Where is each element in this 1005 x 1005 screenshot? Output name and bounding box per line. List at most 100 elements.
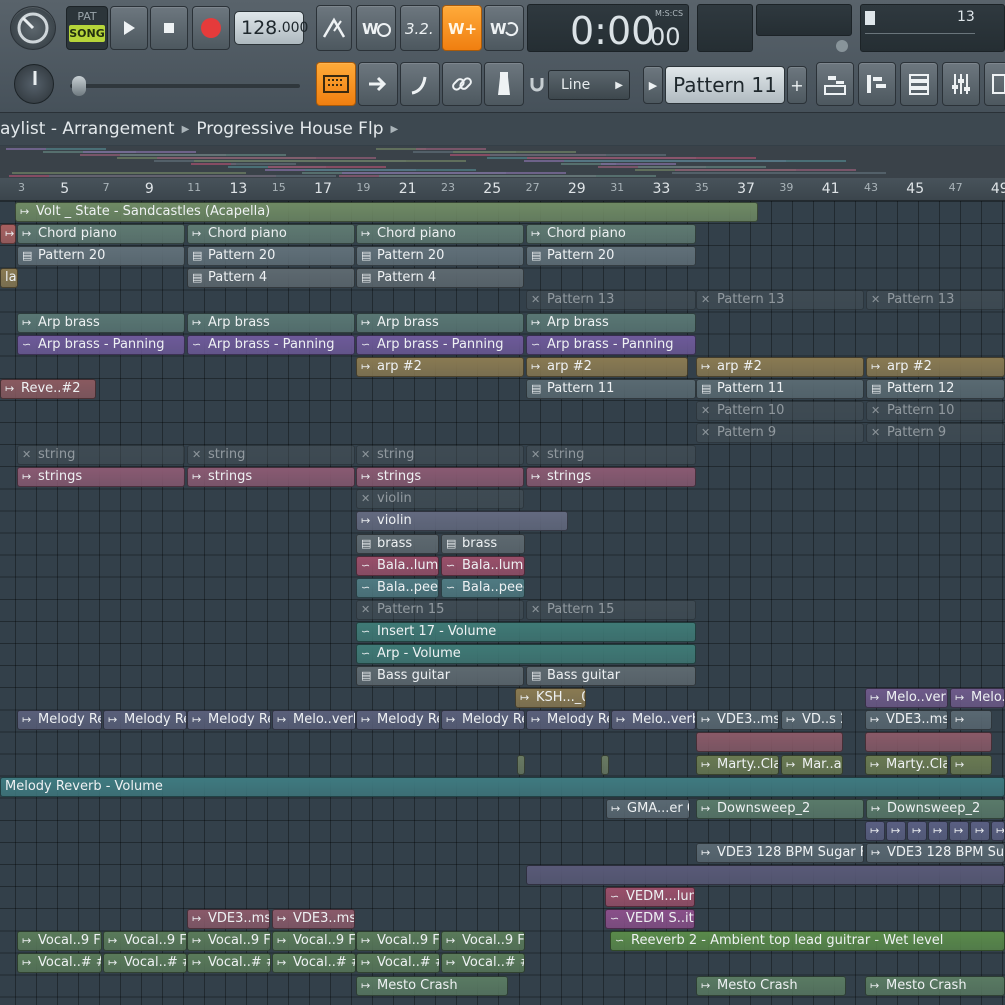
playlist-clip[interactable]: ↦ [928, 820, 948, 841]
master-volume-slider[interactable] [70, 76, 300, 96]
playlist-clip[interactable]: ✕ Pattern 13 [866, 290, 1005, 311]
playlist-clip[interactable]: ▤ Pattern 20 [526, 246, 696, 267]
playlist-clip[interactable]: ↦ VDE3..ms 2 [696, 710, 779, 731]
playlist-clip[interactable]: ↦ Melody Rev [17, 710, 102, 731]
pattern-selector[interactable]: Pattern 11 [665, 66, 785, 104]
playlist-clip[interactable]: ↦ [950, 710, 992, 731]
playlist-clip[interactable]: lay [0, 268, 18, 289]
playlist-clip[interactable]: ↦ Mesto Crash [356, 975, 508, 996]
playlist-clip[interactable]: ▤ Pattern 20 [187, 246, 355, 267]
playlist-clip[interactable] [526, 865, 1005, 885]
playlist-clip[interactable]: ▤ brass [356, 533, 439, 554]
slider-handle[interactable] [72, 76, 86, 96]
wait-for-input-button[interactable]: W [356, 5, 396, 51]
pattern-prev-button[interactable]: ▶ [643, 66, 663, 104]
playlist-clip[interactable]: ↦ Arp brass [17, 312, 185, 333]
playlist-clip[interactable]: ↦ arp #2 [526, 356, 688, 377]
plugin-picker-button[interactable] [484, 62, 524, 106]
playlist-clip[interactable]: ↦ [950, 754, 992, 775]
playlist-clip[interactable]: ↦ VDE3..ms 2 [865, 710, 948, 731]
playlist-clip[interactable]: ∽ Bala..peed [441, 577, 525, 598]
playlist-clip[interactable]: ↦ Chord piano [187, 224, 355, 245]
playlist-clip[interactable]: ▤ brass [441, 533, 525, 554]
playlist-clip[interactable]: ↦ VDE3..ms 3 [187, 909, 270, 930]
master-pitch-knob[interactable] [14, 64, 54, 104]
playlist-clip[interactable]: ↦ Melody Rev [187, 710, 271, 731]
playlist-clip[interactable] [517, 754, 525, 775]
playlist-clip[interactable]: ↦ strings [17, 467, 185, 488]
playlist-clip[interactable]: ↦ Arp brass [526, 312, 696, 333]
playlist-clip[interactable]: ↦ Arp brass [187, 312, 355, 333]
playlist-clip[interactable]: ↦ Chord piano [356, 224, 524, 245]
project-name[interactable]: Progressive House Flp [196, 119, 383, 139]
playlist-clip[interactable]: ↦ Mesto Crash [865, 975, 1005, 996]
blend-notes-button[interactable]: W+ [442, 5, 482, 51]
playlist-clip[interactable]: ✕ Pattern 9 [866, 423, 1005, 443]
hint-knob[interactable] [836, 40, 848, 52]
playlist-overview[interactable] [0, 146, 1005, 178]
playlist-clip[interactable]: ↦ Mesto Crash [696, 975, 846, 996]
playlist-clip[interactable]: ↦ Vocal..9 F# [17, 931, 102, 952]
playlist-clip[interactable]: ↦ Vocal..9 F# [187, 931, 271, 952]
browser-button[interactable] [984, 62, 1005, 106]
playlist-clip[interactable]: ↦ VDE3..ms 3 [272, 909, 355, 930]
playlist-clip[interactable]: ↦ Chord piano [526, 224, 696, 245]
playlist-clip[interactable]: ∽ Arp brass - Panning [526, 334, 696, 355]
playlist-clip[interactable]: ↦ Marty..Clap [865, 754, 948, 775]
playlist-clip[interactable]: ↦ Melo..verb [611, 710, 696, 731]
playlist-clip[interactable]: ∽ VEDM S..itch [605, 909, 695, 930]
playlist-clip[interactable]: ✕ Pattern 10 [696, 400, 864, 421]
playlist-clip[interactable]: ∽ Arp brass - Panning [356, 334, 524, 355]
playlist-clip[interactable]: ↦ Melo..verb [865, 688, 948, 709]
playlist-clip[interactable]: ↦ [949, 820, 969, 841]
playlist-clip[interactable]: Melody Reverb - Volume [0, 776, 1005, 797]
play-button[interactable] [110, 6, 148, 50]
master-volume-knob[interactable] [10, 6, 56, 50]
playlist-clip[interactable]: ▤ Pattern 11 [526, 378, 696, 399]
playlist-clip[interactable]: ∽ Reeverb 2 - Ambient top lead guitrar - … [610, 931, 1005, 952]
playlist-clip[interactable] [696, 732, 843, 753]
stop-button[interactable] [150, 6, 188, 50]
playlist-clip[interactable]: ↦ Arp brass [356, 312, 524, 333]
step-edit-button[interactable] [358, 62, 398, 106]
playlist-clip[interactable]: ↦ Melody Rev [356, 710, 440, 731]
playlist-clip[interactable]: ↦ [907, 820, 927, 841]
playlist-clip[interactable]: ↦ Melody Rev [526, 710, 610, 731]
playlist-clip[interactable]: ↦ [865, 820, 885, 841]
playlist-clip[interactable]: ↦ Downsweep_2 [696, 798, 864, 819]
playlist-clip[interactable]: ↦ strings [356, 467, 524, 488]
playlist-clip[interactable]: ∽ VEDM...lume [605, 887, 695, 908]
playlist-clip[interactable] [865, 732, 992, 753]
mixer-button[interactable] [942, 62, 980, 106]
song-time-display[interactable]: 0:00 M:S:CS 00 [527, 4, 689, 53]
playlist-clip[interactable]: ▤ Bass guitar [526, 666, 696, 687]
playlist-clip[interactable]: ✕ Pattern 13 [526, 290, 696, 311]
playlist-clip[interactable]: ∽ Insert 17 - Volume [356, 621, 696, 642]
playlist-clip[interactable]: ↦ Vocal..9 F# [103, 931, 187, 952]
snap-dropdown[interactable]: Line ▶ [548, 70, 630, 100]
playlist-clip[interactable]: ↦ Vocal..9 F# [272, 931, 356, 952]
playlist-clip[interactable]: ↦ [970, 820, 990, 841]
playlist-clip[interactable]: ✕ string [356, 445, 524, 466]
playlist-clip[interactable]: ↦ [991, 820, 1005, 841]
playlist-clip[interactable]: ↦ Vocal..# #2 [356, 953, 440, 974]
playlist-clip[interactable]: ✕ Pattern 13 [696, 290, 864, 311]
playlist-clip[interactable]: ↦ Reve..#2 [0, 378, 96, 399]
playlist-button[interactable] [816, 62, 854, 106]
playlist-clip[interactable]: ∽ Bala..peed [356, 577, 439, 598]
playlist-clip[interactable]: ∽ Arp - Volume [356, 644, 696, 664]
playlist-clip[interactable]: ↦ Vocal..# #2 [17, 953, 102, 974]
playlist-clip[interactable]: ✕ Pattern 15 [356, 599, 524, 620]
playlist-clip[interactable]: ↦ VDE3 128 BPM Sugar FX [696, 842, 864, 863]
playlist-clip[interactable]: ✕ violin [356, 489, 524, 510]
playlist-clip[interactable]: ▤ Pattern 11 [696, 378, 864, 399]
pat-song-toggle[interactable]: PAT SONG [66, 6, 108, 50]
playlist-clip[interactable]: ▤ Pattern 20 [17, 246, 185, 267]
playlist-clip[interactable]: ▤ Pattern 4 [187, 268, 355, 289]
playlist-clip[interactable]: ↦ strings [526, 467, 696, 488]
playlist-clip[interactable]: ↦ Vocal..# #2 [441, 953, 525, 974]
playlist-clip[interactable]: ▤ Pattern 20 [356, 246, 524, 267]
playlist-grid[interactable]: ↦ Volt _ State - Sandcastles (Acapella) ↦ ↦… [0, 201, 1005, 1005]
playlist-clip[interactable]: ↦ Vocal..# #2 [272, 953, 356, 974]
playlist-clip[interactable]: ↦ GMA...er 07 [606, 798, 690, 819]
